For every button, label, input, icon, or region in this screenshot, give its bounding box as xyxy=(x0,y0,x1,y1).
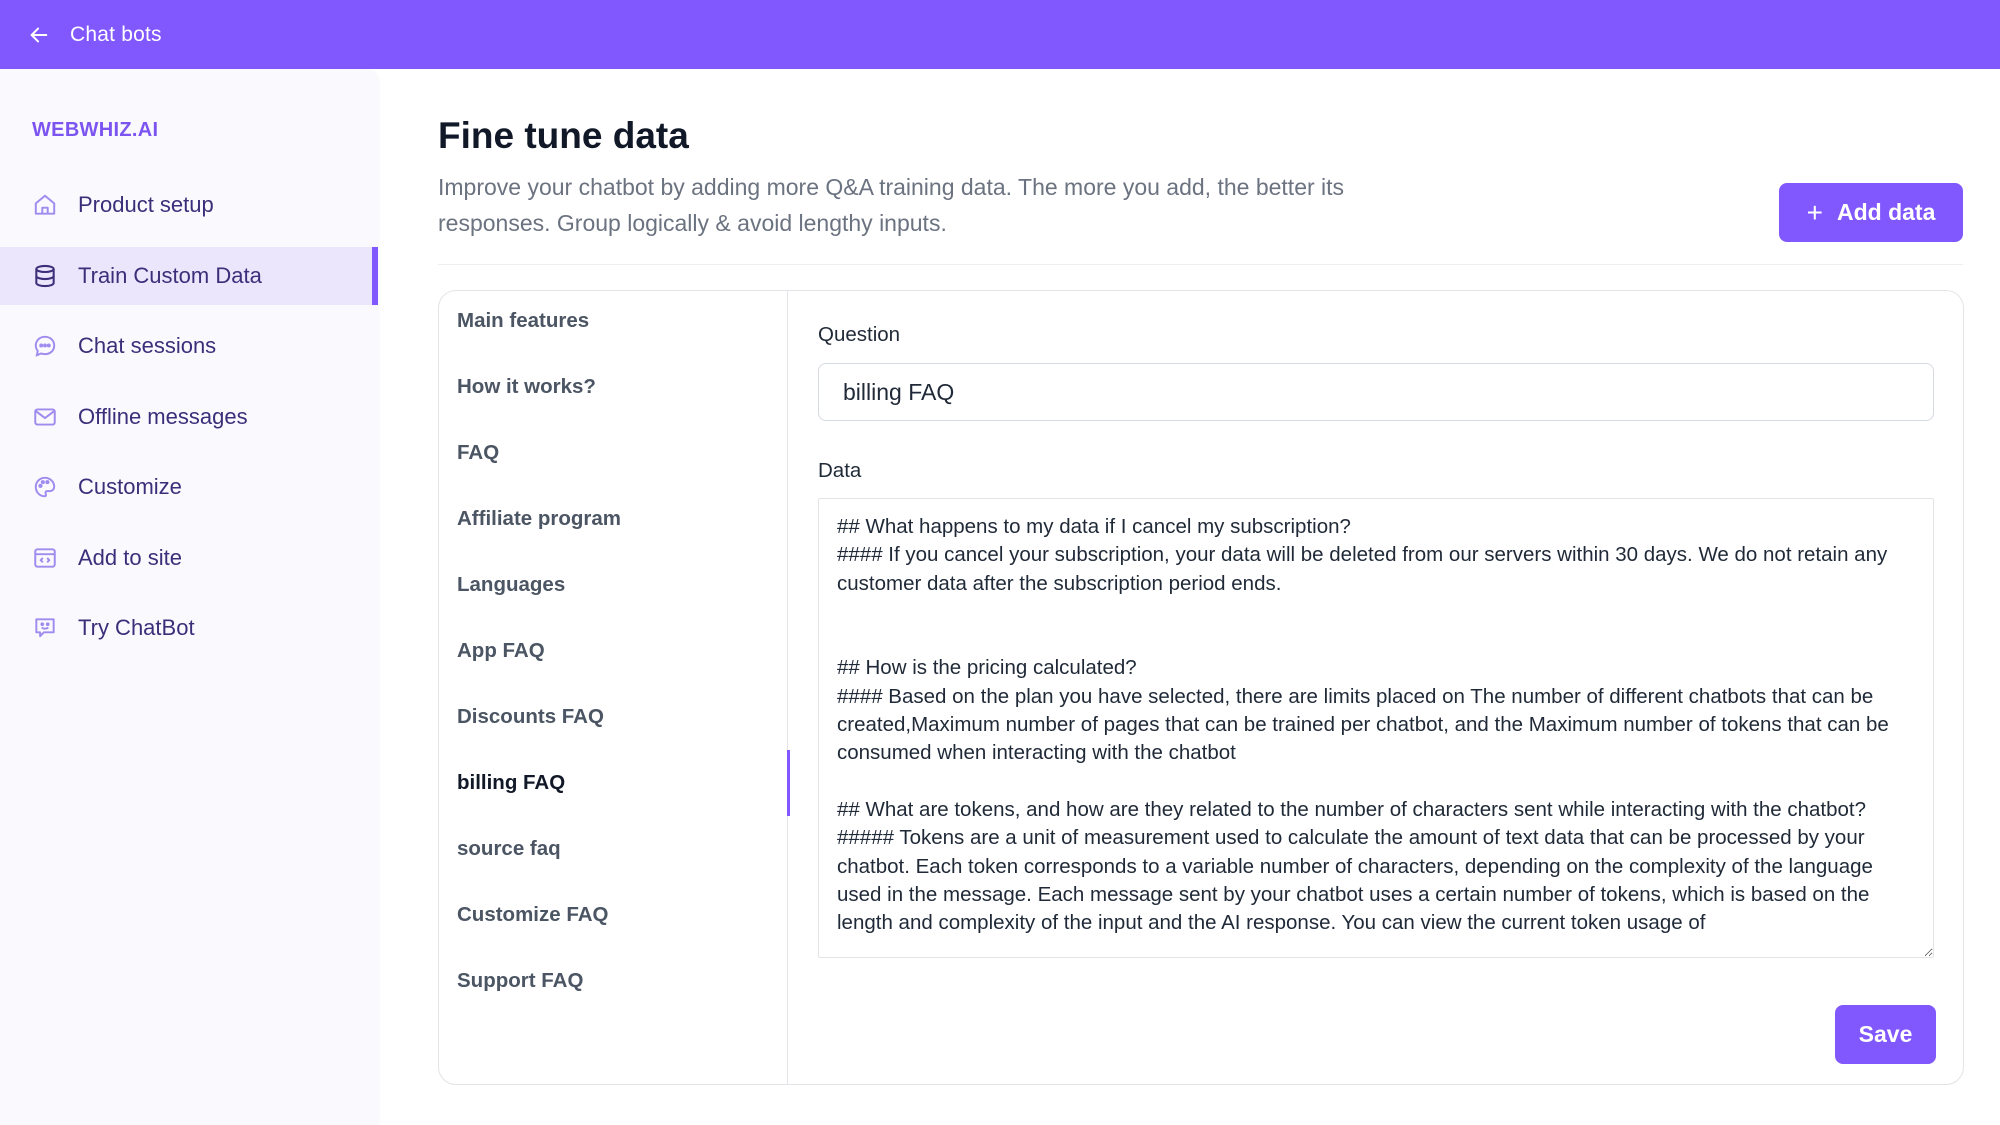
sidebar: WEBWHIZ.AI Product setup Train Custom Da… xyxy=(0,69,378,1125)
back-to-chatbots-link[interactable]: Chat bots xyxy=(28,23,162,47)
envelope-icon xyxy=(34,407,56,426)
topic-item[interactable]: source faq xyxy=(457,819,788,879)
bot-face-icon xyxy=(35,618,55,638)
header-divider xyxy=(438,264,1963,265)
sidebar-item-chat-sessions[interactable]: Chat sessions xyxy=(0,317,378,375)
sidebar-item-product-setup[interactable]: Product setup xyxy=(0,176,378,234)
sidebar-item-train-custom-data[interactable]: Train Custom Data xyxy=(0,246,378,305)
sidebar-item-label: Add to site xyxy=(78,544,182,570)
data-label: Data xyxy=(818,459,862,482)
sidebar-item-label: Offline messages xyxy=(78,403,248,429)
topic-item[interactable]: How it works? xyxy=(457,357,788,417)
sidebar-item-add-to-site[interactable]: Add to site xyxy=(0,529,378,587)
topic-item[interactable]: Main features xyxy=(457,291,788,351)
sidebar-item-customize[interactable]: Customize xyxy=(0,458,378,516)
back-label: Chat bots xyxy=(70,22,162,46)
chat-bubble-icon xyxy=(34,335,56,357)
fine-tune-card: Main features How it works? FAQ Affiliat… xyxy=(438,290,1964,1085)
sidebar-item-label: Customize xyxy=(78,474,182,499)
home-icon xyxy=(34,194,56,215)
plus-icon: + xyxy=(1806,196,1823,228)
top-bar: Chat bots xyxy=(0,0,2000,69)
palette-icon xyxy=(34,476,56,498)
data-textarea[interactable]: ## What happens to my data if I cancel m… xyxy=(818,498,1934,958)
save-button[interactable]: Save xyxy=(1835,1005,1936,1064)
sidebar-item-label: Try ChatBot xyxy=(78,615,195,640)
topic-item[interactable]: Languages xyxy=(457,555,788,615)
brand-logo: WEBWHIZ.AI xyxy=(32,119,159,141)
topic-item[interactable]: App FAQ xyxy=(457,621,788,681)
topic-edit-form: Question Data ## What happens to my data… xyxy=(818,291,1936,1084)
question-input[interactable] xyxy=(818,363,1934,421)
topic-item[interactable]: Customize FAQ xyxy=(457,885,788,945)
database-icon xyxy=(35,264,55,287)
code-window-icon xyxy=(34,547,56,568)
sidebar-item-label: Chat sessions xyxy=(78,333,217,358)
sidebar-item-try-chatbot[interactable]: Try ChatBot xyxy=(0,599,378,657)
topic-item[interactable]: Discounts FAQ xyxy=(457,687,788,747)
sidebar-item-offline-messages[interactable]: Offline messages xyxy=(0,388,378,446)
topic-item-selected[interactable]: billing FAQ xyxy=(457,750,790,816)
add-data-label: Add data xyxy=(1836,199,1936,225)
page-description: Improve your chatbot by adding more Q&A … xyxy=(438,174,1345,236)
sidebar-nav: Product setup Train Custom Data Chat ses… xyxy=(0,176,378,670)
arrow-left-icon xyxy=(30,27,48,42)
topic-list: Main features How it works? FAQ Affiliat… xyxy=(439,291,790,1084)
sidebar-item-label: Train Custom Data xyxy=(78,262,262,288)
sidebar-item-label: Product setup xyxy=(78,192,214,217)
topic-item[interactable]: FAQ xyxy=(457,423,788,483)
question-label: Question xyxy=(818,323,901,346)
add-data-button[interactable]: + Add data xyxy=(1779,183,1963,242)
topic-item[interactable]: Affiliate program xyxy=(457,489,788,549)
page-title: Fine tune data xyxy=(438,115,689,156)
topic-item[interactable]: Support FAQ xyxy=(457,951,788,1011)
